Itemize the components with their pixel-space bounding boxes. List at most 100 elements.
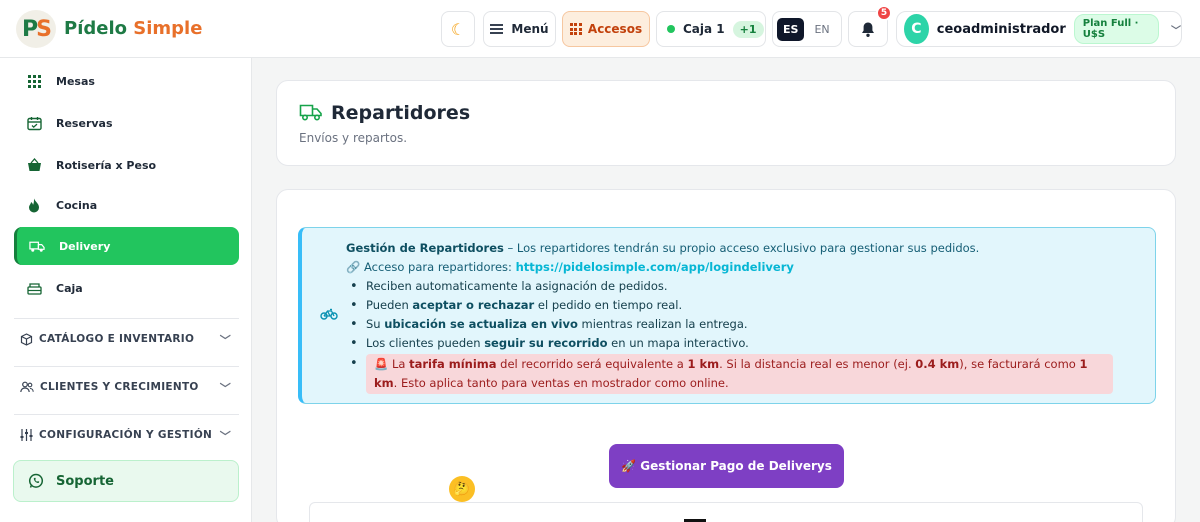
sliders-icon [20, 429, 33, 441]
accesos-button[interactable]: Accesos [562, 11, 650, 47]
minimum-fare-alert: 🚨 La tarifa mínima del recorrido será eq… [366, 354, 1113, 394]
bullet-text: Pueden [366, 298, 413, 312]
support-label: Soporte [56, 473, 114, 489]
siren-icon: 🚨 [374, 357, 389, 371]
lang-es-button[interactable]: ES [777, 17, 805, 41]
notification-count-badge: 5 [876, 5, 892, 21]
sidebar-item-label: Reservas [56, 116, 113, 130]
alert-text: . Si la distancia real es menor (ej. [719, 357, 916, 371]
page-title: Repartidores [331, 102, 471, 124]
box-icon [20, 332, 33, 346]
sidebar-section-label: CLIENTES Y CRECIMIENTO [40, 381, 199, 393]
menu-button[interactable]: Menú [483, 11, 556, 47]
grid-icon [26, 73, 42, 89]
list-item: Reciben automaticamente la asignación de… [346, 277, 1146, 296]
info-bullet-list: Reciben automaticamente la asignación de… [346, 277, 1146, 394]
access-prefix: 🔗 Acceso para repartidores: [346, 260, 516, 274]
content-panel [309, 502, 1143, 522]
alert-text: ), se facturará como [959, 357, 1080, 371]
sidebar-item-label: Rotisería x Peso [56, 158, 157, 172]
plan-badge: Plan Full · U$S [1073, 14, 1159, 44]
caja-badge: +1 [732, 20, 764, 38]
hamburger-icon [490, 24, 504, 34]
pay-button-label: 🚀 Gestionar Pago de Deliverys [621, 459, 832, 473]
calendar-icon [26, 115, 42, 131]
bullet-text: mientras realizan la entrega. [577, 317, 748, 331]
sidebar-item-delivery[interactable]: Delivery [14, 227, 239, 265]
list-item: Su ubicación se actualiza en vivo mientr… [346, 315, 1146, 334]
basket-icon [26, 157, 42, 173]
sidebar-item-reservas[interactable]: Reservas [14, 104, 239, 142]
sidebar-section-configuracion[interactable]: CONFIGURACIÓN Y GESTIÓN ﹀ [14, 415, 239, 455]
delivery-login-link[interactable]: https://pidelosimple.com/app/logindelive… [516, 260, 794, 274]
accesos-label: Accesos [587, 22, 643, 36]
sidebar-item-rotiseria[interactable]: Rotisería x Peso [14, 146, 239, 184]
brand-name[interactable]: Pídelo Simple [64, 18, 202, 39]
caja-selector[interactable]: Caja 1 +1 [656, 11, 766, 47]
menu-label: Menú [511, 22, 549, 36]
alert-bold: tarifa mínima [409, 357, 497, 371]
truck-icon [29, 238, 45, 254]
sidebar-item-cocina[interactable]: Cocina [14, 186, 239, 224]
sidebar-section-clientes[interactable]: CLIENTES Y CRECIMIENTO ﹀ [14, 367, 239, 407]
sidebar-section-label: CATÁLOGO E INVENTARIO [39, 333, 195, 345]
list-item: 🚨 La tarifa mínima del recorrido será eq… [346, 354, 1146, 394]
users-icon [20, 381, 34, 393]
bell-icon [862, 22, 874, 37]
logo-letter-s: S [36, 16, 52, 42]
list-item: Los clientes pueden seguir su recorrido … [346, 334, 1146, 353]
user-menu[interactable]: C ceoadministrador Plan Full · U$S ﹀ [896, 11, 1182, 47]
bullet-text: el pedido en tiempo real. [534, 298, 683, 312]
caja-label: Caja 1 [683, 22, 725, 36]
brand-word-1: Pídelo [64, 18, 127, 39]
chevron-down-icon: ﹀ [1171, 25, 1181, 37]
manage-delivery-payment-button[interactable]: 🚀 Gestionar Pago de Deliverys [609, 444, 844, 488]
status-dot-icon [667, 25, 675, 33]
alert-bold: 0.4 km [915, 357, 960, 371]
info-text: Gestión de Repartidores – Los repartidor… [346, 239, 1146, 394]
language-switcher: ES EN [772, 11, 842, 47]
alert-text: del recorrido será equivalente a [496, 357, 688, 371]
lang-en-button[interactable]: EN [814, 23, 829, 36]
logo-letter-p: P [22, 16, 38, 42]
thinking-face-icon: 🤔 [449, 476, 475, 502]
theme-toggle-button[interactable]: ☾ [441, 11, 475, 47]
bicycle-icon [320, 308, 338, 324]
moon-icon: ☾ [450, 19, 466, 39]
chevron-down-icon: ﹀ [219, 430, 231, 443]
info-callout: Gestión de Repartidores – Los repartidor… [298, 227, 1156, 404]
sidebar: Mesas Reservas Rotisería x Peso Cocina D… [0, 58, 252, 522]
sidebar-item-caja[interactable]: Caja [14, 269, 239, 307]
content-card: Gestión de Repartidores – Los repartidor… [276, 189, 1176, 522]
page-header-card: Repartidores Envíos y repartos. [276, 80, 1176, 166]
cash-register-icon [26, 280, 42, 296]
info-access-line: 🔗 Acceso para repartidores: https://pide… [346, 258, 1146, 277]
bullet-bold: seguir su recorrido [484, 336, 608, 350]
sidebar-section-label: CONFIGURACIÓN Y GESTIÓN [39, 429, 213, 441]
truck-icon [299, 104, 322, 121]
bullet-text: Los clientes pueden [366, 336, 485, 350]
brand-word-2: Simple [133, 18, 203, 39]
list-item: Pueden aceptar o rechazar el pedido en t… [346, 296, 1146, 315]
bullet-text: Su [366, 317, 385, 331]
avatar: C [904, 14, 929, 44]
sidebar-item-label: Delivery [59, 239, 111, 253]
alert-text: La [388, 357, 410, 371]
app-logo[interactable]: PS [16, 10, 56, 48]
info-heading: Gestión de Repartidores – Los repartidor… [346, 239, 1146, 258]
page-subtitle: Envíos y repartos. [299, 131, 408, 145]
username: ceoadministrador [936, 21, 1066, 37]
alert-bold: 1 km [687, 357, 720, 371]
info-heading-rest: – Los repartidores tendrán su propio acc… [503, 241, 980, 255]
grid-icon [569, 23, 582, 35]
bullet-text: Reciben automaticamente la asignación de… [366, 279, 668, 293]
top-header: PS Pídelo Simple ☾ Menú Accesos Caja 1 +… [0, 0, 1200, 58]
sidebar-item-mesas[interactable]: Mesas [14, 62, 239, 100]
chevron-down-icon: ﹀ [219, 334, 231, 347]
sidebar-item-label: Mesas [56, 74, 95, 88]
support-button[interactable]: Soporte [13, 460, 239, 502]
sidebar-section-catalogo[interactable]: CATÁLOGO E INVENTARIO ﹀ [14, 319, 239, 359]
bullet-bold: ubicación se actualiza en vivo [384, 317, 578, 331]
bullet-bold: aceptar o rechazar [412, 298, 535, 312]
whatsapp-icon [28, 473, 44, 488]
